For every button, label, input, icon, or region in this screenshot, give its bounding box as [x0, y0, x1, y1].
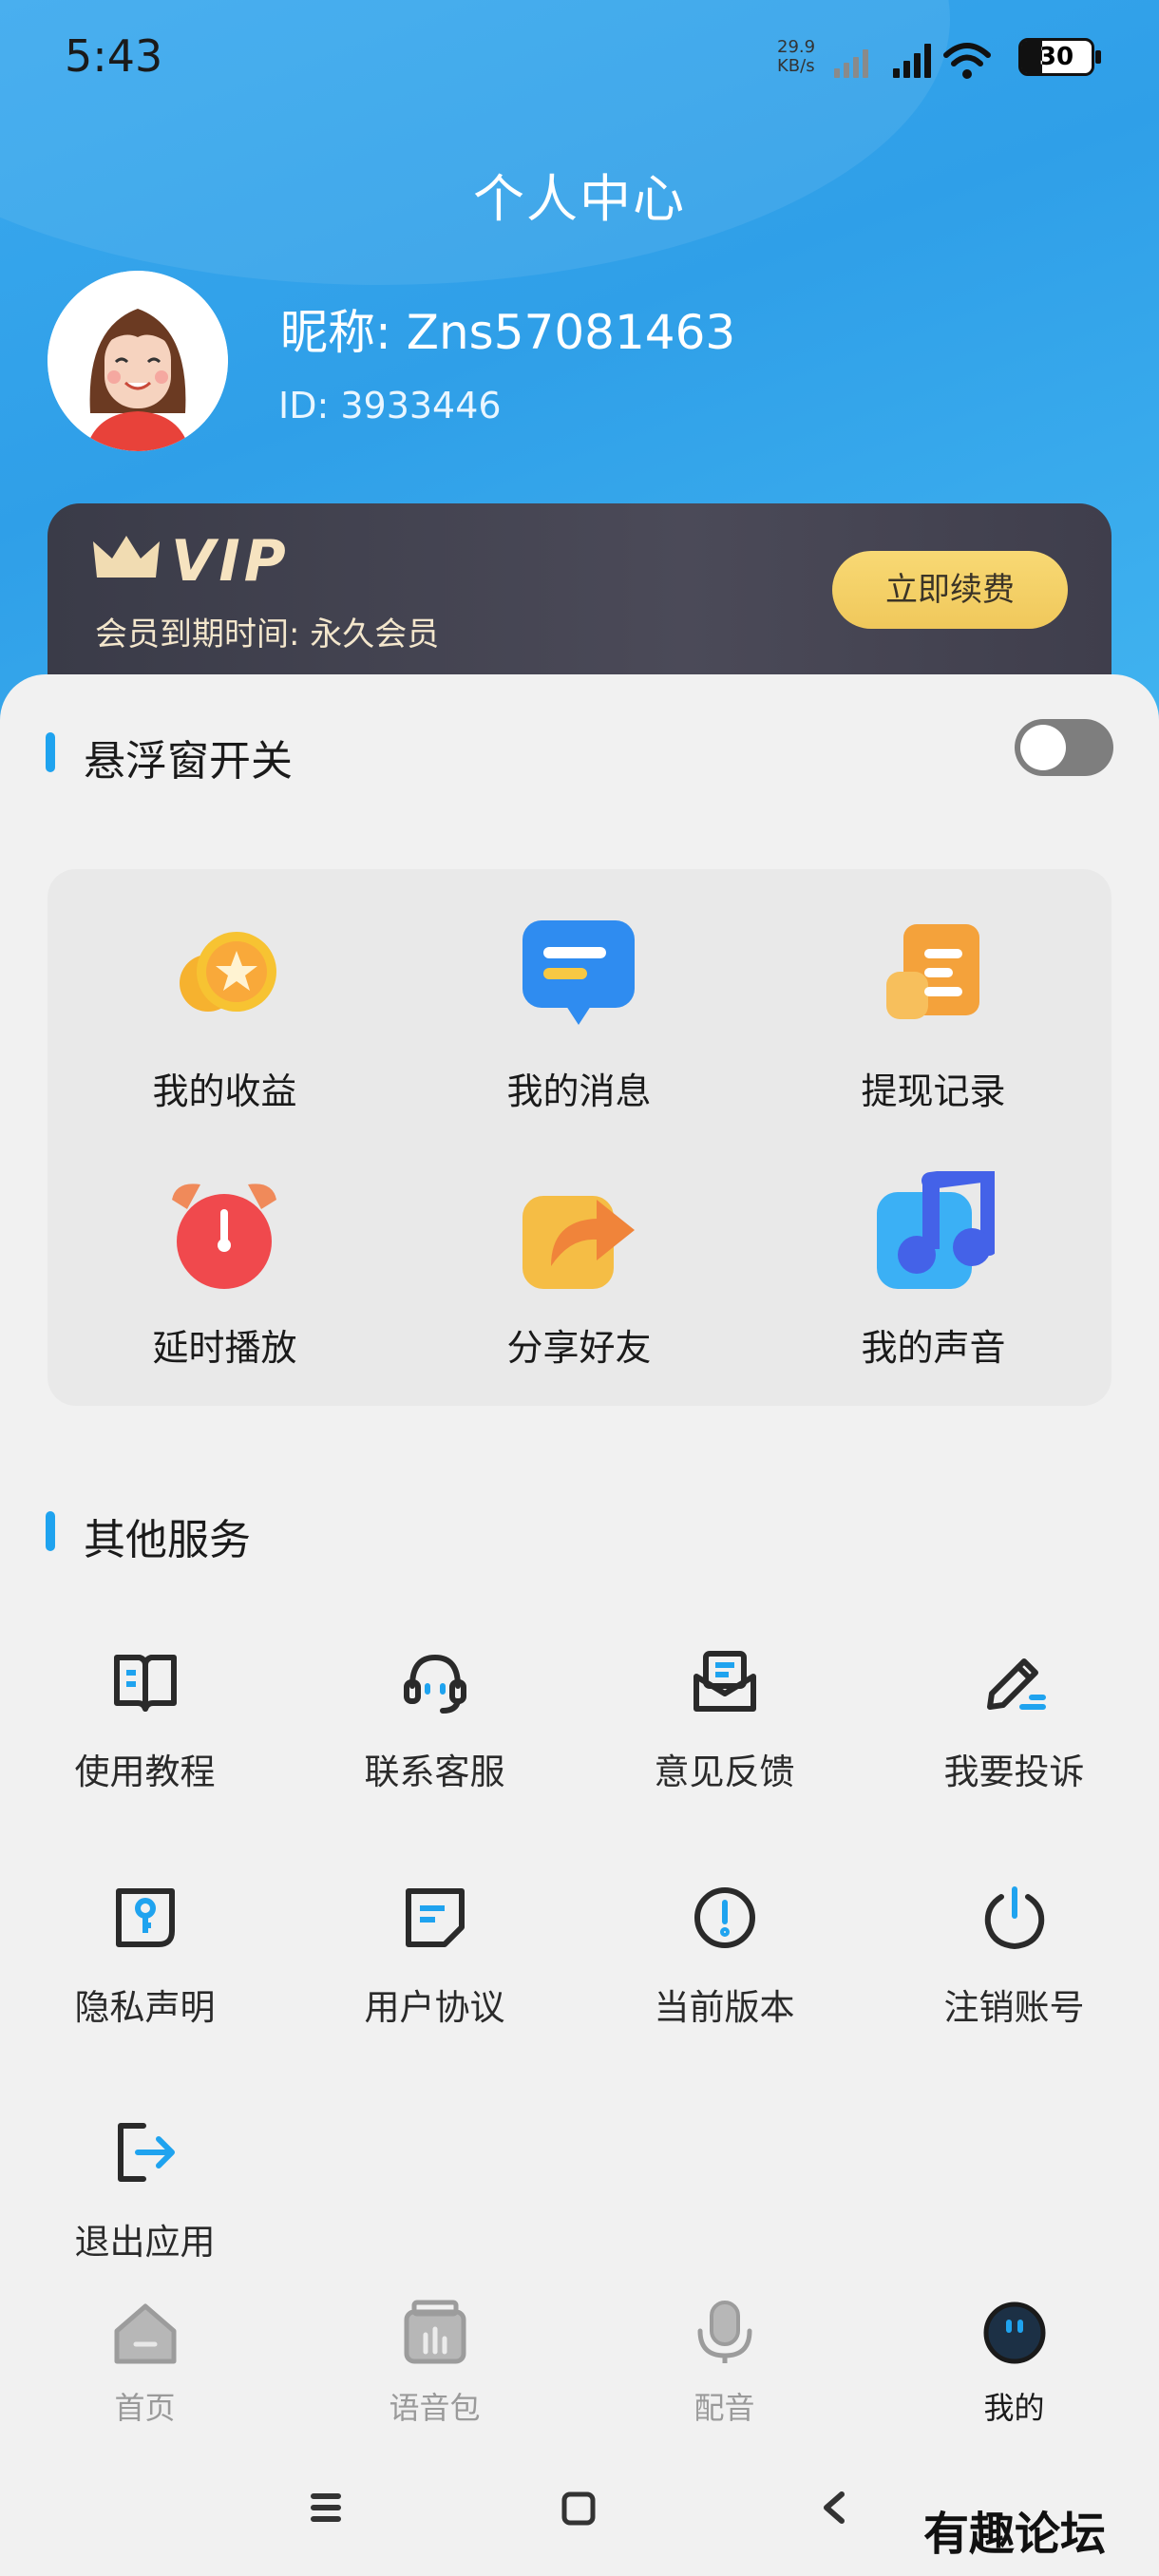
logout-icon	[118, 2123, 175, 2182]
feature-label: 我的收益	[152, 1070, 297, 1112]
back-icon	[824, 2491, 845, 2524]
service-label: 我要投诉	[943, 1752, 1085, 1792]
signal-icon-1	[834, 49, 868, 78]
privacy-key-icon	[116, 1888, 175, 1947]
feature-label: 提现记录	[861, 1070, 1006, 1112]
home-icon	[114, 2303, 177, 2364]
nav-label: 首页	[114, 2390, 176, 2426]
service-label: 使用教程	[74, 1752, 216, 1792]
girl-avatar-icon	[48, 271, 228, 451]
book-icon	[114, 1655, 177, 1712]
vip-expire-text: 会员到期时间: 永久会员	[95, 616, 440, 653]
service-tutorial[interactable]: 使用教程	[0, 1648, 290, 1838]
vip-badge: VIP	[171, 528, 290, 595]
document-icon	[406, 1888, 465, 1947]
feature-label: 我的消息	[506, 1070, 652, 1112]
service-feedback[interactable]: 意见反馈	[580, 1648, 869, 1838]
feature-earnings[interactable]: 我的收益	[48, 915, 402, 1171]
feature-delay-play[interactable]: 延时播放	[48, 1171, 402, 1428]
pen-icon	[987, 1658, 1046, 1710]
feature-label: 我的声音	[861, 1327, 1006, 1369]
message-icon	[522, 920, 635, 1025]
feature-messages[interactable]: 我的消息	[402, 915, 756, 1171]
mail-feedback-icon	[694, 1651, 756, 1712]
share-icon	[522, 1196, 635, 1289]
status-bar: 5:43 29.9 KB/s 30	[0, 0, 1159, 114]
status-time: 5:43	[65, 30, 163, 82]
coins-icon	[180, 932, 276, 1012]
nav-dubbing[interactable]: 配音	[580, 2280, 869, 2432]
feature-label: 分享好友	[506, 1327, 652, 1369]
service-label: 联系客服	[364, 1752, 505, 1792]
page-title: 个人中心	[473, 169, 686, 229]
feature-label: 延时播放	[152, 1327, 297, 1369]
nav-voice-pack[interactable]: 语音包	[290, 2280, 580, 2432]
section-accent-bar	[46, 1511, 55, 1551]
music-note-icon	[877, 1171, 995, 1289]
service-label: 意见反馈	[654, 1752, 795, 1792]
feature-withdraw-record[interactable]: 提现记录	[756, 915, 1111, 1171]
voice-pack-icon	[404, 2300, 466, 2364]
nav-mine[interactable]: 我的	[869, 2280, 1159, 2432]
nickname: 昵称: Zns57081463	[280, 305, 736, 360]
nav-label: 语音包	[389, 2390, 481, 2426]
watermark: 有趣论坛	[923, 2508, 1107, 2561]
alarm-clock-icon	[172, 1184, 276, 1289]
nav-label: 配音	[694, 2390, 755, 2426]
service-version[interactable]: 当前版本	[580, 1884, 869, 2074]
bottom-nav: 首页 语音包 配音 我的	[0, 2280, 1159, 2432]
menu-icon	[311, 2493, 341, 2522]
profile-icon	[983, 2301, 1046, 2364]
avatar[interactable]	[48, 271, 228, 451]
section-accent-bar	[46, 732, 55, 772]
feature-grid: 我的收益 我的消息 提现记录 延时播放 分享好友 我的声音	[48, 869, 1112, 1406]
feature-my-voice[interactable]: 我的声音	[756, 1171, 1111, 1428]
service-label: 隐私声明	[74, 1987, 216, 2028]
signal-icon-2	[893, 44, 931, 78]
service-complaint[interactable]: 我要投诉	[869, 1648, 1159, 1838]
service-privacy[interactable]: 隐私声明	[0, 1884, 290, 2074]
battery-icon: 30	[1018, 38, 1101, 76]
user-id: ID: 3933446	[278, 385, 502, 426]
service-label: 用户协议	[364, 1987, 505, 2028]
info-icon	[694, 1887, 755, 1948]
service-label: 退出应用	[74, 2222, 216, 2263]
power-icon	[984, 1886, 1045, 1950]
home-button-icon	[561, 2491, 596, 2526]
service-customer-support[interactable]: 联系客服	[290, 1648, 580, 1838]
service-label: 注销账号	[943, 1987, 1085, 2028]
net-speed: 29.9 KB/s	[777, 37, 816, 76]
record-icon	[886, 924, 979, 1019]
microphone-icon	[697, 2301, 752, 2363]
service-delete-account[interactable]: 注销账号	[869, 1884, 1159, 2074]
feature-share[interactable]: 分享好友	[402, 1171, 756, 1428]
service-user-agreement[interactable]: 用户协议	[290, 1884, 580, 2074]
floating-window-toggle[interactable]	[1015, 719, 1113, 776]
renew-button[interactable]: 立即续费	[832, 551, 1068, 629]
nav-home[interactable]: 首页	[0, 2280, 290, 2432]
service-label: 当前版本	[654, 1987, 795, 2028]
other-services-title: 其他服务	[84, 1516, 251, 1564]
crown-icon	[93, 536, 160, 578]
floating-window-title: 悬浮窗开关	[84, 737, 293, 786]
nav-label: 我的	[983, 2390, 1045, 2426]
headset-icon	[404, 1654, 466, 1714]
wifi-icon	[943, 43, 991, 66]
